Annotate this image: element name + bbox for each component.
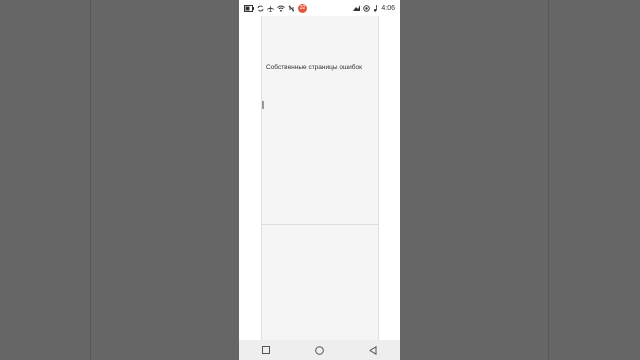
location-icon [363,4,371,12]
video-frame-right-edge [548,0,549,360]
status-bar-left: 32 [244,3,307,13]
battery-icon [244,4,254,12]
data-saver-icon [288,5,295,11]
notification-count-badge: 32 [298,3,307,13]
wifi-icon [277,5,285,12]
recents-button[interactable] [258,342,274,358]
status-bar: 32 4:06 [239,0,400,16]
phone-screen: 32 4:06 Собственные страницы ошибок [239,0,400,360]
content-divider [262,224,378,225]
clock: 4:06 [381,4,395,12]
sync-icon [257,5,264,11]
square-icon [261,346,270,354]
scroll-indicator [262,101,264,109]
signal-icon [353,5,361,11]
status-bar-right: 4:06 [353,3,395,13]
airplane-icon [267,4,274,12]
circle-icon [315,345,324,355]
navigation-bar [239,340,400,360]
home-button[interactable] [311,342,327,358]
page-text: Собственные страницы ошибок [266,64,362,71]
page-content-area[interactable]: Собственные страницы ошибок [261,16,379,340]
video-frame-left-edge [90,0,91,360]
back-triangle-icon [369,345,377,355]
back-button[interactable] [365,342,381,358]
music-note-icon [374,4,378,12]
